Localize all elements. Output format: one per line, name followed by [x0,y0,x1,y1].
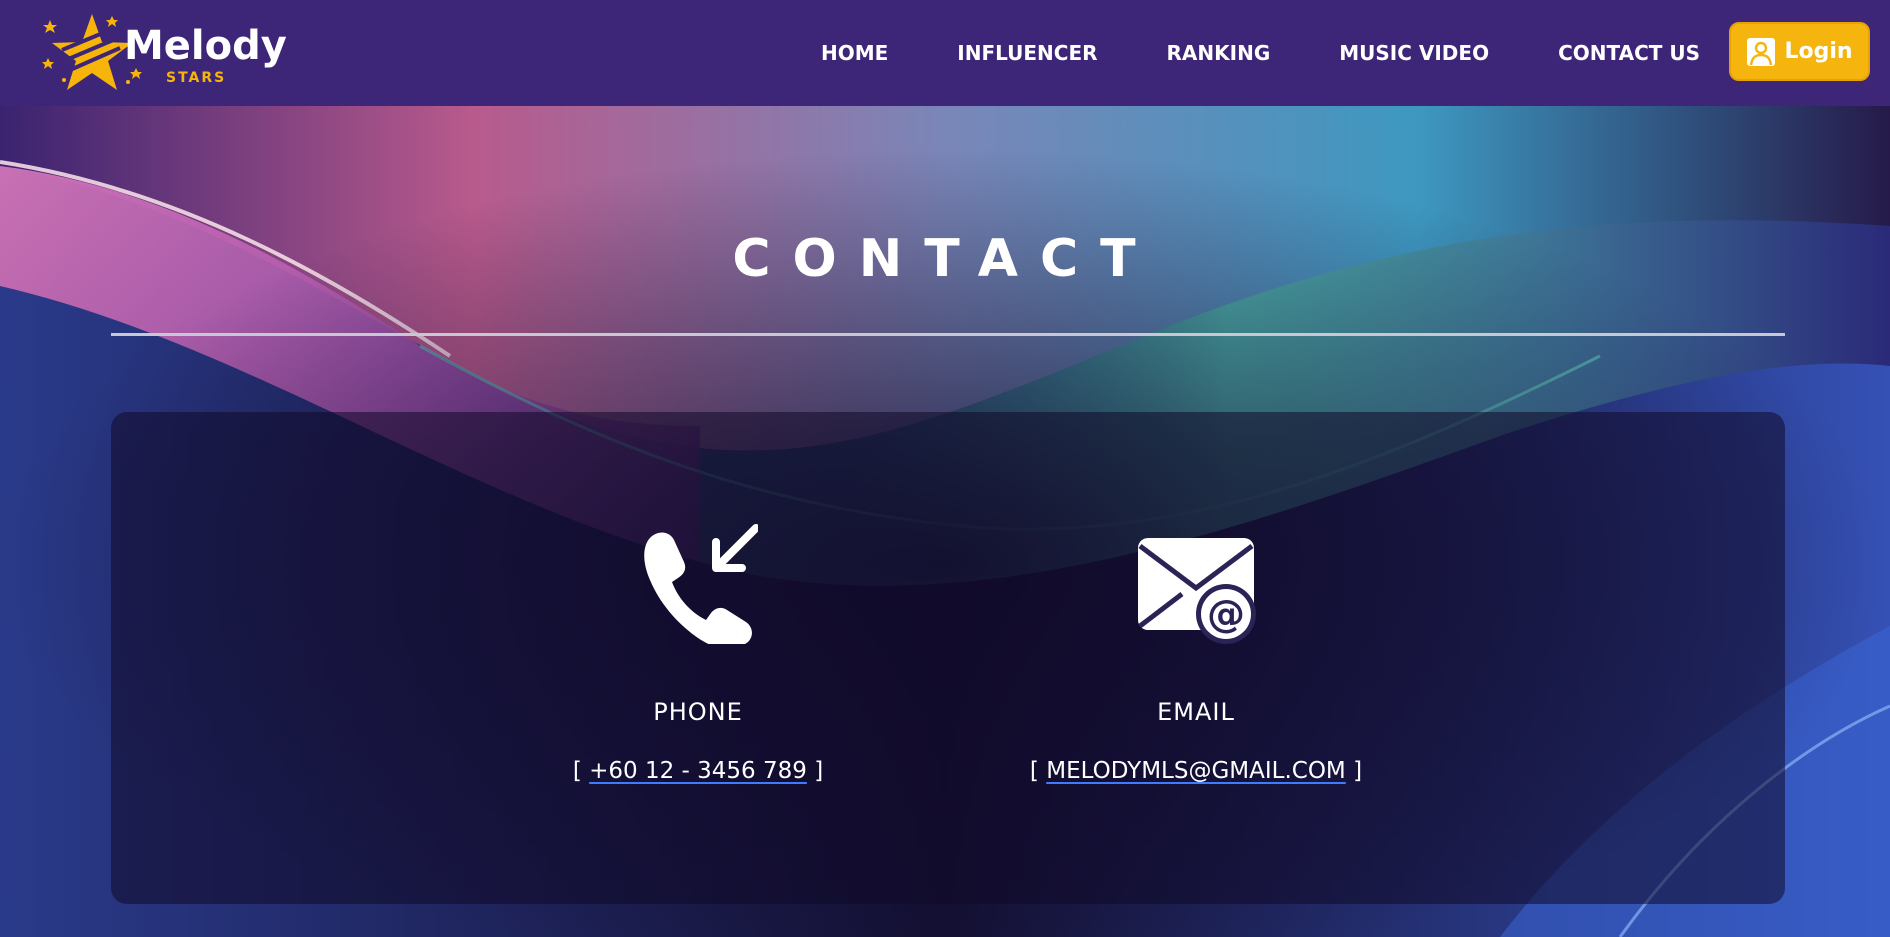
site-header: Melody STARS HOME INFLUENCER RANKING MUS… [0,0,1890,106]
user-icon [1747,37,1776,66]
email-value-line: [ MELODYMLS@GMAIL.COM ] [996,758,1396,784]
brand-tagline: STARS [166,70,227,86]
page: Melody STARS HOME INFLUENCER RANKING MUS… [0,0,1890,937]
email-close-bracket: ] [1353,758,1363,784]
brand-logo[interactable]: Melody STARS [40,10,287,96]
nav-item-contact-us[interactable]: CONTACT US [1558,41,1700,65]
phone-label: PHONE [653,698,743,726]
nav-item-influencer[interactable]: INFLUENCER [957,41,1097,65]
contact-card: PHONE [ +60 12 - 3456 789 ] @ EMAIL [ME… [111,412,1785,904]
svg-text:@: @ [1207,592,1245,636]
title-divider [111,333,1785,336]
brand-name: Melody [124,23,287,69]
login-label: Login [1784,39,1853,64]
phone-value-line: [ +60 12 - 3456 789 ] [498,758,898,784]
nav-item-ranking[interactable]: RANKING [1167,41,1271,65]
phone-link[interactable]: +60 12 - 3456 789 [589,758,807,784]
email-open-bracket: [ [1029,758,1039,784]
phone-open-bracket: [ [572,758,582,784]
login-button[interactable]: Login [1729,22,1870,81]
page-title: CONTACT [732,228,1158,289]
main-nav: HOME INFLUENCER RANKING MUSIC VIDEO CONT… [821,0,1700,106]
email-at-icon: @ [1138,538,1256,644]
phone-close-bracket: ] [814,758,824,784]
contact-hero: CONTACT PHONE [ +60 12 - 3456 789 ] @ EM… [0,106,1890,937]
email-label: EMAIL [1157,698,1235,726]
nav-item-music-video[interactable]: MUSIC VIDEO [1339,41,1489,65]
nav-item-home[interactable]: HOME [821,41,888,65]
email-link[interactable]: MELODYMLS@GMAIL.COM [1046,758,1346,784]
phone-incoming-icon [644,524,758,644]
